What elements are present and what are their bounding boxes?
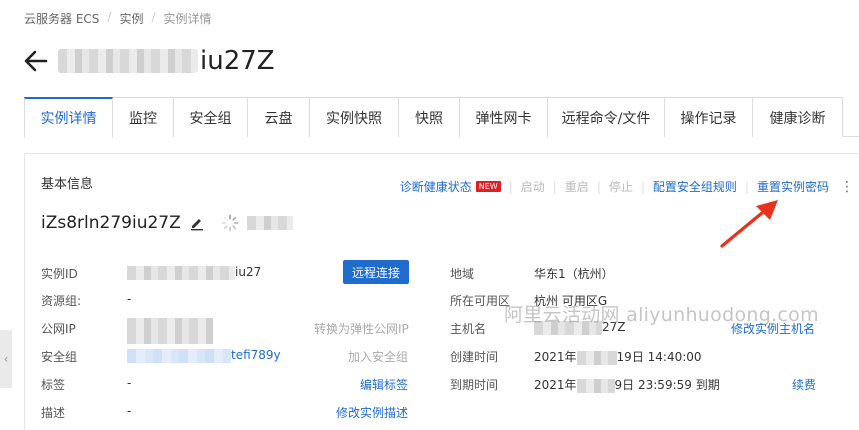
- tab-disks[interactable]: 云盘: [248, 97, 310, 137]
- redacted-value: [127, 265, 235, 280]
- tab-instance-snapshots[interactable]: 实例快照: [310, 97, 399, 137]
- more-vertical-icon[interactable]: ⋮: [835, 179, 859, 195]
- description-value: -: [127, 404, 132, 418]
- resource-group-label: 资源组:: [41, 294, 82, 308]
- divider: |: [744, 179, 749, 194]
- divider: |: [596, 179, 601, 194]
- created-time-value: 2021年 19日 14:40:00: [534, 350, 702, 365]
- chevron-left-icon: ‹: [3, 352, 9, 366]
- instance-name-text: iZs8rln279iu27Z: [41, 213, 181, 233]
- region-value: 华东1（杭州）: [534, 267, 614, 281]
- created-time-label: 创建时间: [450, 350, 499, 364]
- tab-bar: 实例详情 监控 安全组 云盘 实例快照 快照 弹性网卡 远程命令/文件 操作记录…: [24, 97, 859, 138]
- back-arrow-icon[interactable]: [22, 49, 50, 73]
- tab-operation-logs[interactable]: 操作记录: [665, 97, 753, 137]
- tab-instance-details[interactable]: 实例详情: [24, 97, 113, 138]
- stop-button[interactable]: 停止: [609, 178, 633, 195]
- public-ip-label: 公网IP: [41, 322, 76, 336]
- instance-id-label: 实例ID: [41, 267, 78, 281]
- breadcrumb-separator: /: [151, 10, 156, 24]
- basic-info-card: 基本信息 诊断健康状态 NEW | 启动 | 重启 | 停止 | 配置安全组规则…: [24, 153, 859, 430]
- breadcrumb-current: 实例详情: [163, 12, 212, 26]
- redacted-value: [576, 350, 617, 365]
- edit-pencil-icon[interactable]: [189, 215, 205, 231]
- tab-health-diagnosis[interactable]: 健康诊断: [753, 97, 843, 137]
- tags-label: 标签: [41, 378, 66, 392]
- tags-value: -: [127, 376, 132, 390]
- renew-link[interactable]: 续费: [792, 376, 816, 393]
- diagnose-health-link[interactable]: 诊断健康状态: [400, 178, 472, 195]
- breadcrumb-ecs[interactable]: 云服务器 ECS: [24, 10, 99, 27]
- remote-connect-button[interactable]: 远程连接: [343, 260, 409, 284]
- page-title: iu27Z: [22, 44, 275, 78]
- redacted-title: [58, 49, 198, 73]
- redacted-value: [127, 348, 231, 363]
- instance-name: iZs8rln279iu27Z: [41, 213, 293, 233]
- resource-group-value: -: [127, 292, 132, 306]
- start-button[interactable]: 启动: [521, 178, 545, 195]
- divider: |: [508, 179, 513, 194]
- description-label: 描述: [41, 406, 66, 420]
- expire-time-label: 到期时间: [450, 378, 499, 392]
- page-title-text: iu27Z: [200, 46, 275, 76]
- join-sg-link[interactable]: 加入安全组: [348, 348, 408, 365]
- hostname-label: 主机名: [450, 322, 487, 336]
- new-badge: NEW: [475, 181, 501, 192]
- tab-remote-commands[interactable]: 远程命令/文件: [548, 97, 665, 137]
- security-group-value[interactable]: tefi789y: [127, 348, 281, 363]
- breadcrumb: 云服务器 ECS / 实例 / 实例详情: [24, 10, 212, 27]
- loading-spinner-icon: [221, 214, 239, 232]
- region-label: 地域: [450, 267, 475, 281]
- breadcrumb-instances[interactable]: 实例: [119, 10, 143, 27]
- divider: |: [552, 179, 557, 194]
- security-group-label: 安全组: [41, 350, 78, 364]
- zone-label: 所在可用区: [450, 294, 511, 308]
- convert-eip-link[interactable]: 转换为弹性公网IP: [314, 320, 409, 337]
- watermark: 阿里云活动网 aliyunhuodong.com: [504, 304, 819, 326]
- divider: |: [640, 179, 645, 194]
- configure-sg-rules-link[interactable]: 配置安全组规则: [653, 178, 737, 195]
- tab-monitoring[interactable]: 监控: [113, 97, 174, 137]
- tab-security-groups[interactable]: 安全组: [174, 97, 248, 137]
- reset-password-link[interactable]: 重置实例密码: [757, 178, 829, 195]
- tab-eni[interactable]: 弹性网卡: [460, 97, 548, 137]
- expire-time-value: 2021年 9日 23:59:59 到期: [534, 378, 720, 393]
- instance-id-value: iu27: [127, 265, 261, 280]
- edit-tags-link[interactable]: 编辑标签: [360, 376, 408, 393]
- breadcrumb-separator: /: [107, 10, 112, 24]
- redacted-value: [576, 378, 615, 393]
- action-bar: 诊断健康状态 NEW | 启动 | 重启 | 停止 | 配置安全组规则 | 重置…: [400, 178, 859, 195]
- edit-description-link[interactable]: 修改实例描述: [336, 404, 408, 421]
- public-ip-value: [127, 318, 213, 344]
- redacted-value: [127, 318, 213, 344]
- tab-snapshots[interactable]: 快照: [399, 97, 460, 137]
- collapse-handle[interactable]: ‹: [0, 330, 12, 388]
- restart-button[interactable]: 重启: [565, 178, 589, 195]
- redacted-status: [246, 216, 293, 230]
- section-title: 基本信息: [41, 177, 94, 192]
